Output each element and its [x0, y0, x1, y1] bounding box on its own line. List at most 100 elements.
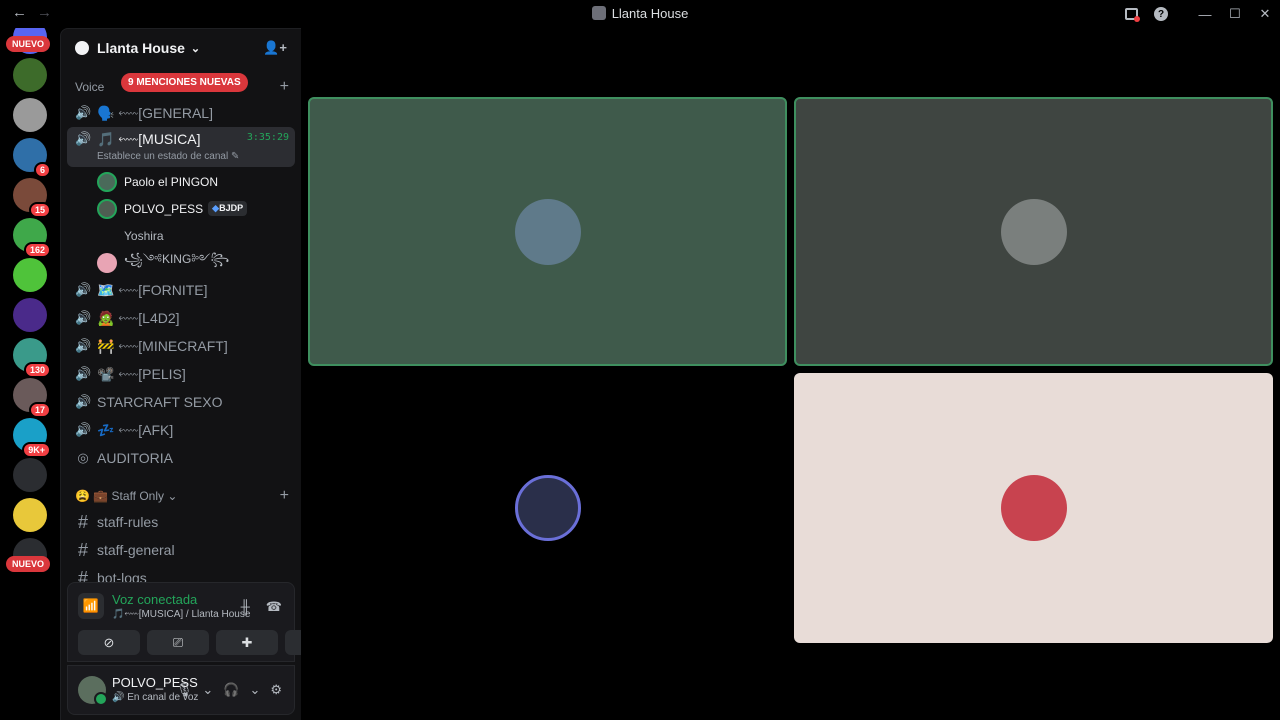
voice-channel-fornite[interactable]: 🔊 🗺️ ⬳[FORNITE]	[67, 276, 295, 304]
server-icon[interactable]	[13, 458, 47, 492]
speaker-icon: 🔊	[75, 131, 92, 146]
category-label: Voice	[75, 80, 105, 94]
speaker-icon: 🔊	[75, 282, 92, 297]
voice-channel-musica[interactable]: 🔊 🎵 ⬳[MUSICA] 3:35:29 Establece un estad…	[67, 127, 295, 167]
add-member-icon[interactable]: 👤+	[263, 40, 287, 56]
inbox-icon	[1124, 8, 1140, 22]
user-panel: POLVO_PESS 🔊 En canal de voz 🎙 ⌄ 🎧 ⌄ ⚙	[67, 665, 295, 715]
call-timer: 3:35:29	[246, 132, 289, 143]
settings-gear-icon[interactable]: ⚙	[270, 682, 282, 698]
participant-tile[interactable]	[308, 373, 787, 643]
help-button[interactable]: ?	[1146, 0, 1176, 28]
speaker-icon: 🔊	[75, 105, 92, 120]
participant-avatar	[1000, 198, 1067, 265]
user-avatar[interactable]	[78, 676, 108, 706]
server-icon[interactable]: 162	[13, 218, 51, 258]
activities-icon: ✚	[241, 634, 253, 650]
voice-channel-starcraft[interactable]: 🔊 STARCRAFT SEXO	[67, 388, 295, 416]
server-home-icon	[75, 41, 89, 55]
speaker-icon: 🔊	[75, 394, 92, 409]
hash-icon: #	[77, 539, 88, 560]
voice-channel-general[interactable]: 🔊 🗣️ ⬳[GENERAL]	[67, 99, 295, 127]
avatar	[97, 171, 117, 192]
unread-badge: 15	[28, 202, 51, 218]
chevron-down-icon[interactable]: ⌄	[249, 682, 260, 698]
nuevo-badge[interactable]: NUEVO	[6, 36, 51, 52]
screen-share-button[interactable]: ⎚	[147, 630, 209, 655]
participant-avatar	[514, 198, 581, 265]
window-title-text: Llanta House	[611, 6, 689, 21]
avatar	[97, 198, 117, 219]
server-icon[interactable]: 6	[13, 138, 51, 178]
server-icon[interactable]: 9K+	[13, 418, 51, 458]
server-icon[interactable]	[13, 498, 47, 532]
speaker-icon: 🔊	[75, 310, 92, 325]
disconnect-icon[interactable]: ☎	[266, 599, 282, 615]
voice-connection-panel: 📶 Voz conectada 🎵⬳[MUSICA] / Llanta Hous…	[67, 582, 301, 662]
server-icon[interactable]: 17	[13, 378, 51, 418]
speaker-icon: 🔊	[75, 422, 92, 437]
server-icon[interactable]: 15	[13, 178, 51, 218]
channel-status[interactable]: Establece un estado de canal ✎	[97, 151, 239, 162]
server-header[interactable]: Llanta House ⌄ 👤+	[61, 29, 301, 67]
soundboard-button[interactable]: ✦	[285, 630, 301, 655]
screen-share-icon: ⎚	[172, 634, 184, 650]
server-icon[interactable]	[13, 98, 47, 132]
unread-badge: 6	[33, 162, 51, 178]
voice-channel-pelis[interactable]: 🔊 📽️ ⬳[PELIS]	[67, 360, 295, 388]
text-channel-staff-general[interactable]: # staff-general	[67, 536, 295, 564]
activities-button[interactable]: ✚	[216, 630, 278, 655]
participant-avatar	[1000, 475, 1067, 541]
nuevo-badge[interactable]: NUEVO	[6, 556, 51, 572]
voice-stage	[301, 28, 1280, 720]
signal-icon[interactable]: 📶	[78, 593, 104, 619]
inbox-button[interactable]	[1116, 0, 1146, 28]
voice-channel-l4d2[interactable]: 🔊 🧟 ⬳[L4D2]	[67, 304, 295, 332]
server-icon[interactable]	[13, 258, 47, 292]
voice-user[interactable]: Paolo el PINGON	[61, 168, 301, 195]
unread-badge: 130	[23, 362, 51, 378]
maximize-button[interactable]: ☐	[1220, 0, 1250, 28]
camera-off-button[interactable]: ⊘	[78, 630, 140, 655]
add-channel-icon[interactable]: +	[280, 487, 289, 505]
server-icon[interactable]	[13, 298, 47, 332]
channel-sidebar: Llanta House ⌄ 👤+ Voice 9 MENCIONES NUEV…	[60, 28, 301, 720]
voice-user[interactable]: ꧁༺KING༻꧂	[61, 249, 301, 276]
minimize-button[interactable]: —	[1190, 0, 1220, 28]
server-icon	[591, 6, 606, 20]
unread-badge: 17	[28, 402, 51, 418]
chevron-down-icon[interactable]: ⌄	[202, 682, 213, 698]
server-icon[interactable]	[13, 58, 47, 92]
title-bar: ← → Llanta House ? — ☐ ✕	[0, 0, 1280, 28]
avatar	[97, 226, 117, 246]
staff-category[interactable]: 😩 💼 Staff Only ⌄ +	[61, 484, 301, 508]
speaker-icon: 🔊	[75, 366, 92, 381]
voice-channel-minecraft[interactable]: 🔊 🚧 ⬳[MINECRAFT]	[67, 332, 295, 360]
text-channel-staff-rules[interactable]: # staff-rules	[67, 508, 295, 536]
participant-avatar	[514, 475, 581, 541]
headphones-icon[interactable]: 🎧	[223, 682, 239, 698]
hash-icon: #	[77, 511, 88, 532]
window-controls: ? — ☐ ✕	[1116, 0, 1280, 28]
clan-tag: BJDP	[208, 201, 248, 216]
server-rail: NUEVO 6 15 162 130 17 9K+ NUEVO	[0, 28, 60, 720]
voice-channel-afk[interactable]: 🔊 💤 ⬳[AFK]	[67, 416, 295, 444]
close-button[interactable]: ✕	[1250, 0, 1280, 28]
microphone-icon[interactable]: 🎙	[176, 682, 193, 698]
noise-suppression-icon[interactable]: ╫	[241, 599, 250, 615]
mentions-pill[interactable]: 9 MENCIONES NUEVAS	[121, 73, 248, 92]
unread-badge: 162	[23, 242, 51, 258]
server-icon[interactable]: 130	[13, 338, 51, 378]
unread-badge: 9K+	[22, 442, 51, 458]
voice-user[interactable]: POLVO_PESS BJDP	[61, 195, 301, 222]
voice-connected-title[interactable]: Voz conectada	[112, 592, 197, 607]
participant-tile[interactable]	[794, 373, 1273, 643]
camera-off-icon: ⊘	[103, 634, 115, 650]
participant-tile[interactable]	[794, 97, 1273, 366]
stage-channel-auditoria[interactable]: ◎ AUDITORIA	[67, 444, 295, 472]
voice-connected-channel[interactable]: 🎵⬳[MUSICA] / Llanta House	[112, 609, 250, 620]
add-channel-icon[interactable]: +	[280, 78, 289, 96]
participant-tile[interactable]	[308, 97, 787, 366]
voice-category[interactable]: Voice 9 MENCIONES NUEVAS +	[61, 73, 301, 99]
stage-icon: ◎	[77, 450, 89, 465]
